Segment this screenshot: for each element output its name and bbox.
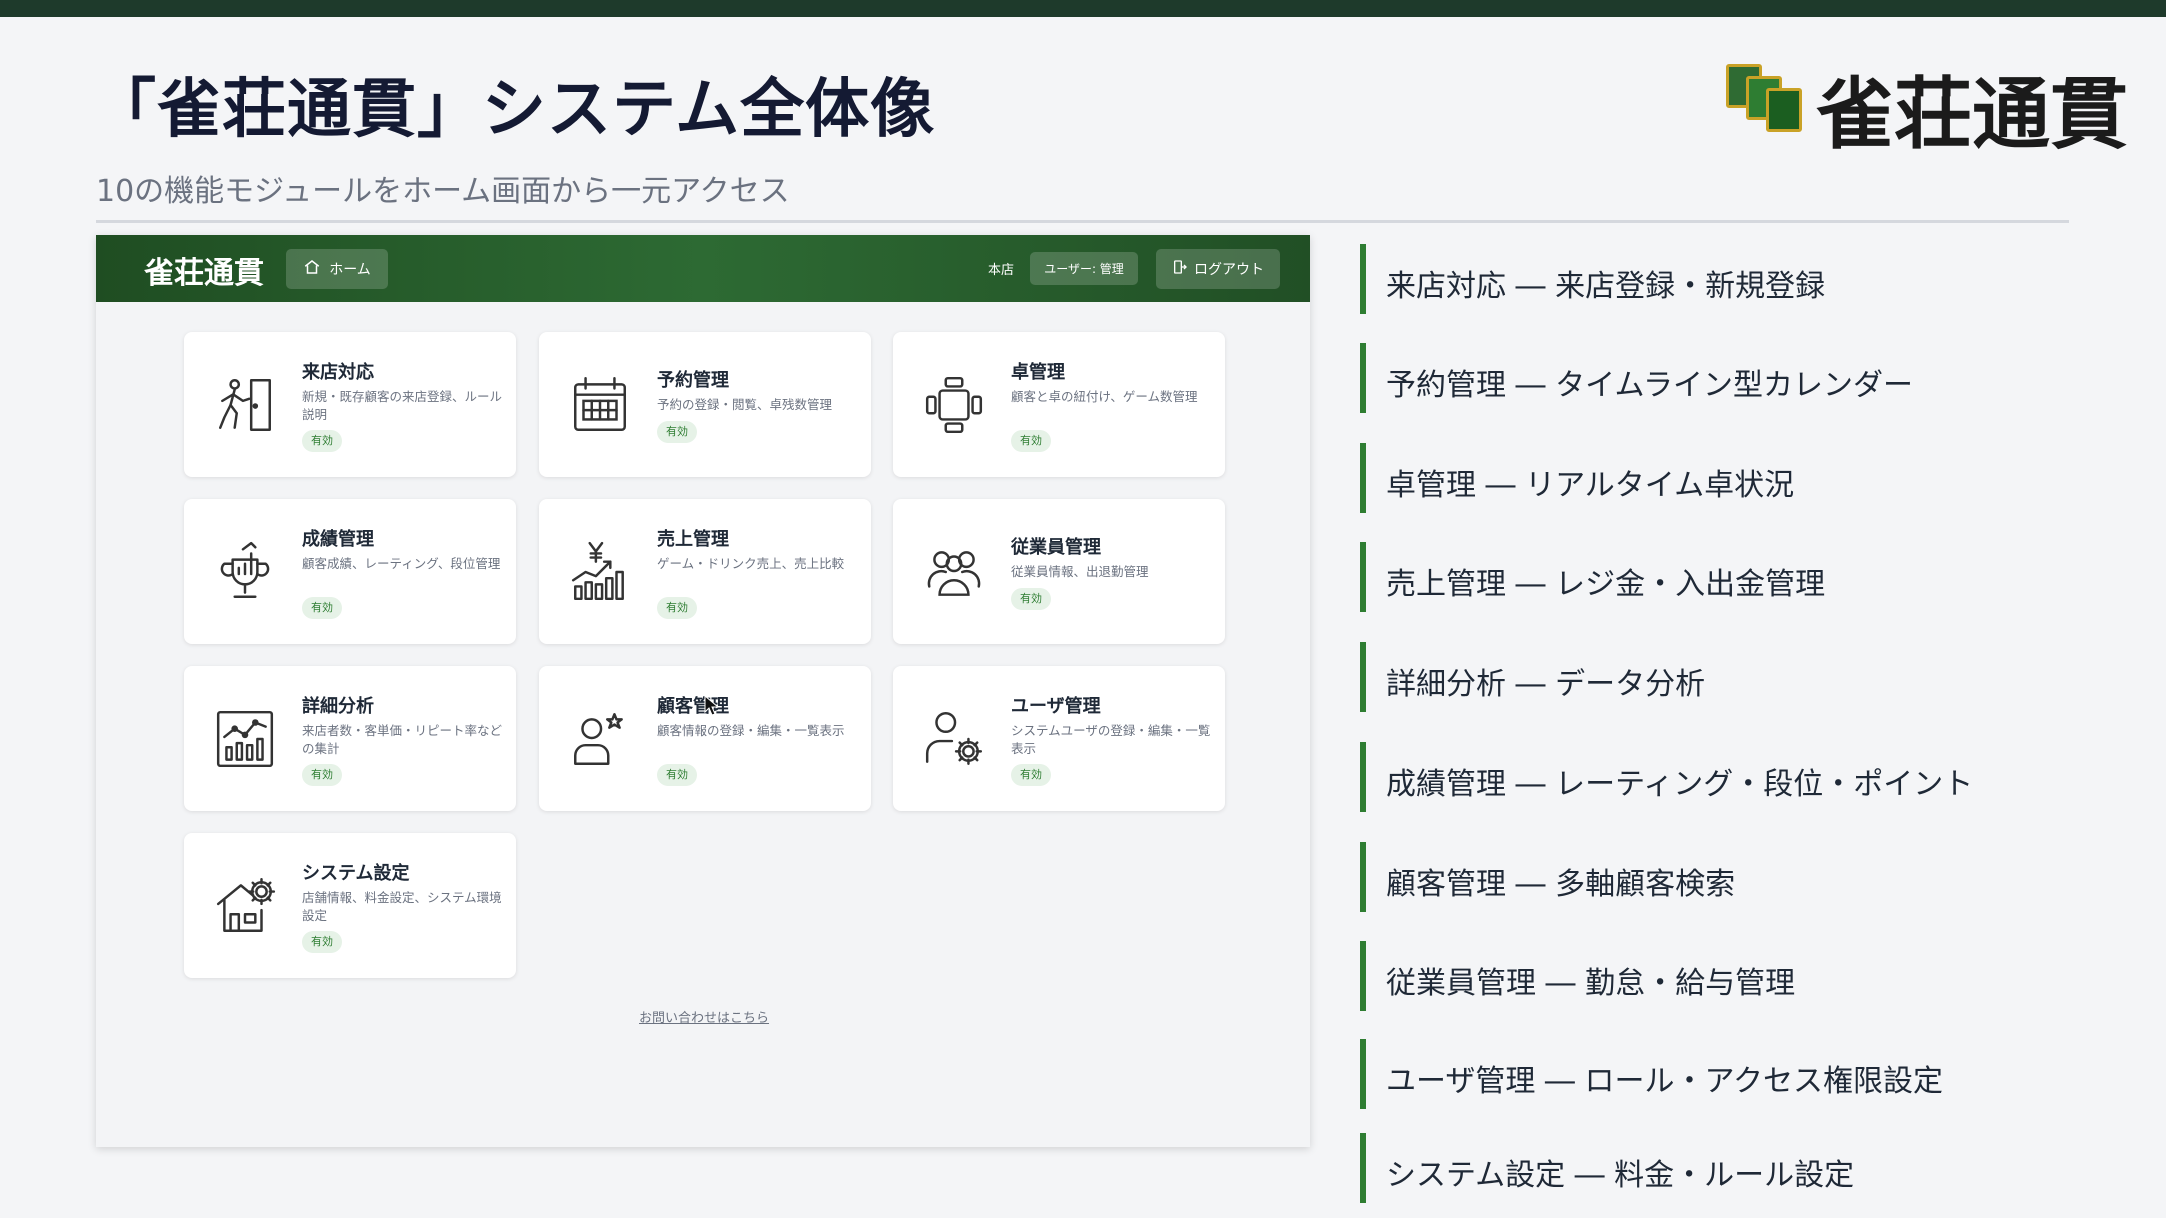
home-icon bbox=[303, 258, 321, 280]
feature-text: ユーザ管理 ― ロール・アクセス権限設定 bbox=[1386, 1064, 1943, 1099]
feature-item: 従業員管理 ― 勤怠・給与管理 bbox=[1360, 941, 2060, 1011]
yen-chart-icon bbox=[567, 539, 633, 605]
feature-text: 顧客管理 ― 多軸顧客検索 bbox=[1386, 867, 1736, 902]
feature-item: 顧客管理 ― 多軸顧客検索 bbox=[1360, 842, 2060, 912]
module-card-user[interactable]: ユーザ管理 システムユーザの登録・編集・一覧表示 有効 bbox=[893, 666, 1225, 811]
status-badge: 有効 bbox=[302, 931, 342, 953]
feature-accent-bar bbox=[1360, 244, 1366, 314]
card-description: 予約の登録・閲覧、卓残数管理 bbox=[657, 397, 833, 412]
feature-accent-bar bbox=[1360, 542, 1366, 612]
feature-accent-bar bbox=[1360, 642, 1366, 712]
brand-logo: 雀荘通貫 bbox=[1724, 52, 2128, 160]
feature-text: 来店対応 ― 来店登録・新規登録 bbox=[1386, 269, 1826, 304]
feature-item: 卓管理 ― リアルタイム卓状況 bbox=[1360, 443, 2060, 513]
feature-item: システム設定 ― 料金・ルール設定 bbox=[1360, 1133, 2060, 1203]
feature-accent-bar bbox=[1360, 1039, 1366, 1109]
app-logo[interactable]: 雀荘通貫 bbox=[144, 248, 264, 292]
feature-accent-bar bbox=[1360, 343, 1366, 413]
feature-item: 予約管理 ― タイムライン型カレンダー bbox=[1360, 343, 2060, 413]
store-label: 本店 bbox=[988, 263, 1015, 278]
card-title: 予約管理 bbox=[657, 370, 729, 391]
feature-item: 成績管理 ― レーティング・段位・ポイント bbox=[1360, 742, 2060, 812]
customer-star-icon bbox=[567, 706, 633, 772]
home-button[interactable]: ホーム bbox=[286, 249, 388, 289]
card-title: 詳細分析 bbox=[302, 696, 374, 717]
feature-text: 売上管理 ― レジ金・入出金管理 bbox=[1386, 567, 1826, 602]
feature-item: 売上管理 ― レジ金・入出金管理 bbox=[1360, 542, 2060, 612]
mahjong-tiles-icon bbox=[1726, 64, 1806, 134]
card-title: 卓管理 bbox=[1011, 362, 1065, 383]
module-card-results[interactable]: 成績管理 顧客成績、レーティング、段位管理 有効 bbox=[184, 499, 516, 644]
status-badge: 有効 bbox=[1011, 588, 1051, 610]
feature-text: 成績管理 ― レーティング・段位・ポイント bbox=[1386, 767, 1974, 802]
user-badge: ユーザー: 管理 bbox=[1030, 252, 1138, 285]
status-badge: 有効 bbox=[657, 597, 697, 619]
card-title: システム設定 bbox=[302, 863, 410, 884]
title-divider bbox=[96, 220, 2069, 223]
feature-item: ユーザ管理 ― ロール・アクセス権限設定 bbox=[1360, 1039, 2060, 1109]
status-badge: 有効 bbox=[302, 764, 342, 786]
slide-title: 「雀荘通貫」システム全体像 bbox=[92, 73, 936, 147]
status-badge: 有効 bbox=[1011, 764, 1051, 786]
user-gear-icon bbox=[921, 706, 987, 772]
trophy-icon bbox=[212, 539, 278, 605]
module-card-customer[interactable]: 顧客管理 顧客情報の登録・編集・一覧表示 有効 bbox=[539, 666, 871, 811]
feature-accent-bar bbox=[1360, 443, 1366, 513]
door-walk-icon bbox=[212, 372, 278, 438]
module-card-analytics[interactable]: 詳細分析 来店者数・客単価・リピート率などの集計 有効 bbox=[184, 666, 516, 811]
top-accent-bar bbox=[0, 0, 2166, 17]
house-gear-icon bbox=[212, 873, 278, 939]
module-card-staff[interactable]: 従業員管理 従業員情報、出退勤管理 有効 bbox=[893, 499, 1225, 644]
feature-text: 卓管理 ― リアルタイム卓状況 bbox=[1386, 468, 1795, 503]
feature-text: 詳細分析 ― データ分析 bbox=[1386, 667, 1706, 702]
table-icon bbox=[921, 372, 987, 438]
feature-item: 来店対応 ― 来店登録・新規登録 bbox=[1360, 244, 2060, 314]
status-badge: 有効 bbox=[302, 430, 342, 452]
brand-logo-text: 雀荘通貫 bbox=[1816, 69, 2129, 160]
feature-text: システム設定 ― 料金・ルール設定 bbox=[1386, 1158, 1855, 1193]
calendar-icon bbox=[567, 372, 633, 438]
app-screenshot: 雀荘通貫 ホーム 本店 ユーザー: 管理 ログアウト 来店対応 新規・既存顧客の… bbox=[96, 235, 1310, 1147]
card-description: 従業員情報、出退勤管理 bbox=[1011, 564, 1149, 579]
module-card-sales[interactable]: 売上管理 ゲーム・ドリンク売上、売上比較 有効 bbox=[539, 499, 871, 644]
card-description: 顧客と卓の紐付け、ゲーム数管理 bbox=[1011, 389, 1198, 404]
card-description: ゲーム・ドリンク売上、売上比較 bbox=[657, 556, 845, 571]
card-description: 新規・既存顧客の来店登録、ルール説明 bbox=[302, 389, 503, 422]
module-card-table[interactable]: 卓管理 顧客と卓の紐付け、ゲーム数管理 有効 bbox=[893, 332, 1225, 477]
card-title: 成績管理 bbox=[302, 529, 374, 550]
feature-text: 従業員管理 ― 勤怠・給与管理 bbox=[1386, 966, 1796, 1001]
status-badge: 有効 bbox=[657, 764, 697, 786]
feature-accent-bar bbox=[1360, 742, 1366, 812]
status-badge: 有効 bbox=[1011, 430, 1051, 452]
module-card-reservation[interactable]: 予約管理 予約の登録・閲覧、卓残数管理 有効 bbox=[539, 332, 871, 477]
analytics-icon bbox=[212, 706, 278, 772]
feature-text: 予約管理 ― タイムライン型カレンダー bbox=[1386, 368, 1913, 403]
logout-button[interactable]: ログアウト bbox=[1156, 249, 1280, 289]
contact-link[interactable]: お問い合わせはこちら bbox=[639, 1007, 769, 1026]
staff-group-icon bbox=[921, 539, 987, 605]
logout-icon bbox=[1172, 259, 1188, 279]
module-card-visit[interactable]: 来店対応 新規・既存顧客の来店登録、ルール説明 有効 bbox=[184, 332, 516, 477]
module-card-settings[interactable]: システム設定 店舗情報、料金設定、システム環境設定 有効 bbox=[184, 833, 516, 978]
status-badge: 有効 bbox=[657, 421, 697, 443]
feature-accent-bar bbox=[1360, 941, 1366, 1011]
feature-item: 詳細分析 ― データ分析 bbox=[1360, 642, 2060, 712]
card-description: システムユーザの登録・編集・一覧表示 bbox=[1011, 723, 1211, 756]
card-description: 顧客情報の登録・編集・一覧表示 bbox=[657, 723, 845, 738]
mouse-cursor-icon bbox=[704, 695, 720, 716]
app-header: 雀荘通貫 ホーム 本店 ユーザー: 管理 ログアウト bbox=[96, 235, 1310, 302]
card-description: 顧客成績、レーティング、段位管理 bbox=[302, 556, 501, 571]
card-title: 来店対応 bbox=[302, 362, 374, 383]
card-description: 来店者数・客単価・リピート率などの集計 bbox=[302, 723, 503, 756]
feature-accent-bar bbox=[1360, 842, 1366, 912]
card-description: 店舗情報、料金設定、システム環境設定 bbox=[302, 890, 502, 923]
home-label: ホーム bbox=[329, 262, 371, 278]
feature-accent-bar bbox=[1360, 1133, 1366, 1203]
status-badge: 有効 bbox=[302, 597, 342, 619]
slide-subtitle: 10の機能モジュールをホーム画面から一元アクセス bbox=[96, 174, 790, 209]
card-title: ユーザ管理 bbox=[1011, 696, 1101, 717]
card-title: 売上管理 bbox=[657, 529, 729, 550]
logout-label: ログアウト bbox=[1194, 262, 1264, 278]
card-title: 従業員管理 bbox=[1011, 537, 1101, 558]
